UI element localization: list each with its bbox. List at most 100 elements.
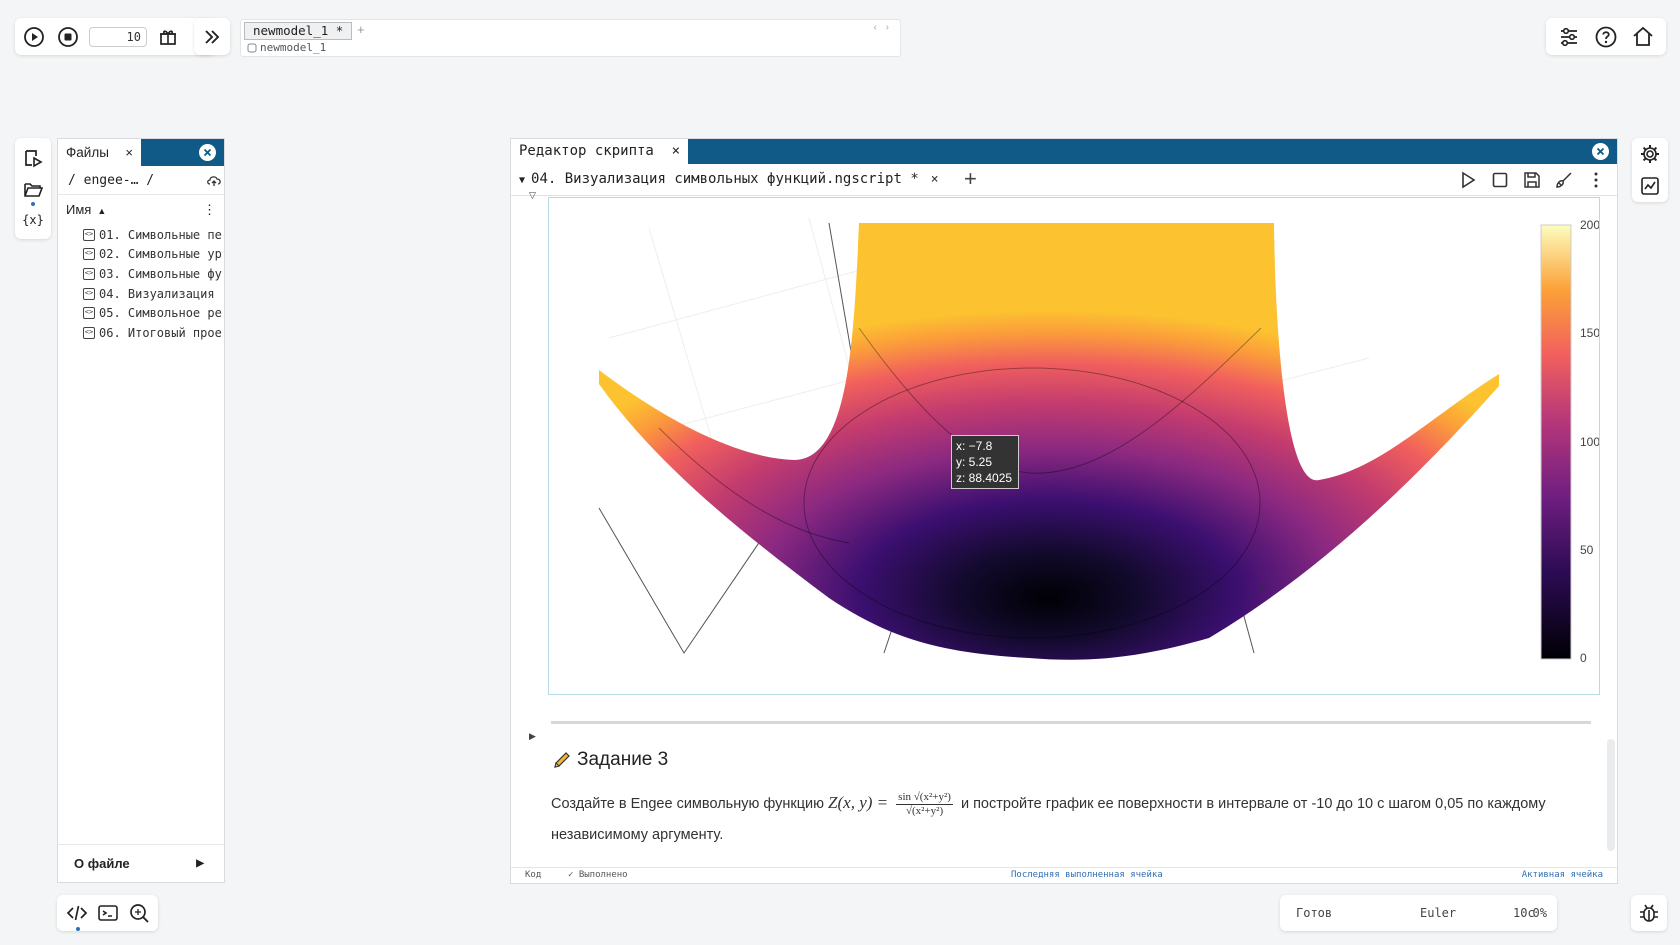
expand-toolbar-icon[interactable] (194, 18, 230, 55)
home-icon[interactable] (1629, 23, 1657, 51)
editor-header: Редактор скрипта × (511, 139, 1617, 164)
tab-scroll-arrows[interactable]: ‹ › (874, 22, 892, 33)
folder-icon[interactable] (19, 175, 47, 206)
active-cell-link[interactable]: Активная ячейка (1522, 868, 1603, 883)
close-panel-icon[interactable] (1592, 143, 1609, 160)
script-file-icon: <> (83, 228, 95, 241)
upload-cloud-icon[interactable] (206, 173, 222, 189)
gift-icon[interactable] (155, 24, 181, 50)
status-code: Код (525, 870, 542, 880)
file-name: 04. Визуализация (99, 286, 215, 301)
file-item[interactable]: <> 05. Символьное ре (58, 303, 224, 323)
close-panel-icon[interactable] (199, 144, 216, 161)
script-actions (1457, 169, 1607, 191)
model-breadcrumb[interactable]: newmodel_1 (247, 41, 326, 54)
collapse-icon[interactable]: ▼ (519, 175, 525, 186)
run-script-icon[interactable] (19, 144, 47, 172)
files-column-header[interactable]: Имя ▲ ⋮ (58, 195, 224, 225)
tooltip-x: x: −7.8 (956, 439, 993, 453)
close-tab-icon[interactable]: × (931, 172, 939, 187)
debug-bug-icon[interactable] (1631, 895, 1667, 931)
graph-icon[interactable] (1637, 173, 1663, 199)
script-editor: Редактор скрипта × ▼ 04. Визуализация сим… (510, 138, 1618, 884)
editor-title: Редактор скрипта (519, 143, 654, 159)
model-icon (247, 43, 257, 53)
cell-expand-icon[interactable]: ▶ (529, 731, 536, 742)
column-menu-icon[interactable]: ⋮ (203, 195, 216, 225)
files-path-label: / engee-… / (68, 173, 155, 188)
bottom-left-toolbar (57, 895, 158, 931)
close-tab-icon[interactable]: × (672, 139, 680, 164)
colorbar-label: 100 (1580, 435, 1600, 449)
task-description: Создайте в Engee символьную функцию Z(x,… (551, 787, 1591, 851)
search-icon[interactable] (126, 900, 152, 926)
run-icon[interactable] (1457, 169, 1479, 191)
task-heading: Задание 3 (551, 749, 668, 771)
formula-lhs: Z(x, y) = (828, 793, 889, 812)
hover-tooltip: x: −7.8 y: 5.25 z: 88.4025 (951, 435, 1019, 489)
files-panel: Файлы × / engee-… / Имя ▲ ⋮ <> 01. Символь… (57, 138, 225, 883)
code-icon[interactable] (64, 900, 90, 931)
files-tab[interactable]: Файлы × (58, 139, 141, 166)
file-info-label: О файле (74, 856, 130, 871)
more-menu-icon[interactable] (1585, 169, 1607, 191)
file-item[interactable]: <> 03. Символьные фу (58, 264, 224, 284)
script-tab-label: 04. Визуализация символьных функций.ngsc… (531, 171, 919, 187)
settings-gear-icon[interactable] (1637, 141, 1663, 167)
status-solver: Euler (1420, 906, 1457, 920)
terminal-icon[interactable] (95, 900, 121, 926)
help-icon[interactable] (1592, 23, 1620, 51)
column-name-label: Имя (66, 202, 92, 217)
sliders-icon[interactable] (1555, 23, 1583, 51)
top-right-toolbar (1546, 18, 1666, 55)
file-name: 05. Символьное ре (99, 306, 222, 321)
close-tab-icon[interactable]: × (125, 139, 133, 166)
add-model-button[interactable]: + (357, 22, 365, 37)
script-tab[interactable]: ▼ 04. Визуализация символьных функций.ngs… (519, 164, 939, 195)
cell-collapse-icon[interactable]: ▽ (529, 190, 536, 201)
axis-tick-label: 0 (1261, 584, 1267, 595)
editor-scrollbar[interactable] (1607, 739, 1615, 851)
clear-output-icon[interactable] (1553, 169, 1575, 191)
editor-status-bar: Код ✓ Выполнено Последняя выполненная яч… (511, 867, 1617, 883)
cell-divider (551, 721, 1591, 724)
pencil-icon (551, 749, 573, 771)
file-item[interactable]: <> 02. Символьные ур (58, 245, 224, 265)
file-item[interactable]: <> 04. Визуализация (58, 284, 224, 304)
editor-tab[interactable]: Редактор скрипта × (511, 139, 688, 164)
colorbar (1540, 224, 1572, 660)
file-name: 02. Символьные ур (99, 247, 222, 262)
variables-icon[interactable]: {x} (19, 206, 47, 234)
surface-mesh (599, 223, 1499, 660)
file-item[interactable]: <> 06. Итоговый прое (58, 323, 224, 343)
stop-icon[interactable] (55, 24, 81, 50)
file-item[interactable]: <> 01. Символьные пе (58, 225, 224, 245)
surface-plot-canvas[interactable]: 0 (549, 198, 1600, 695)
task-title: Задание 3 (577, 749, 669, 770)
tooltip-z: z: 88.4025 (956, 471, 1013, 485)
play-icon[interactable] (21, 24, 47, 50)
add-tab-button[interactable]: + (964, 167, 977, 191)
colorbar-label: 50 (1580, 543, 1594, 557)
active-indicator (75, 927, 80, 931)
expand-arrow-icon[interactable]: ▶ (196, 845, 204, 882)
last-executed-cell-link[interactable]: Последняя выполненная ячейка (1011, 868, 1163, 883)
save-icon[interactable] (1521, 169, 1543, 191)
file-info-section[interactable]: О файле ▶ (58, 844, 224, 882)
colorbar-label: 0 (1580, 651, 1587, 665)
simulation-time-input[interactable]: 10 (89, 26, 147, 47)
simulation-status-bar: Готов Euler 10с 0% (1280, 895, 1557, 931)
files-list: <> 01. Символьные пе <> 02. Символьные ур … (58, 225, 224, 343)
sort-asc-icon[interactable]: ▲ (97, 206, 106, 216)
surface-plot[interactable]: 0 200 150 100 50 0 x: −7.8 y: 5.25 z: 88… (548, 197, 1600, 695)
simulation-toolbar: 10 (15, 18, 216, 55)
model-tab[interactable]: newmodel_1 * (244, 22, 353, 40)
files-panel-header: Файлы × (58, 139, 224, 166)
colorbar-label: 150 (1580, 326, 1600, 340)
files-breadcrumb[interactable]: / engee-… / (58, 166, 224, 195)
stop-icon[interactable] (1489, 169, 1511, 191)
activity-bar: {x} (15, 138, 51, 239)
svg-text:{x}: {x} (22, 213, 44, 227)
model-tab-bar: newmodel_1 * + ‹ › newmodel_1 (240, 19, 901, 57)
status-time: 10с (1513, 906, 1535, 920)
